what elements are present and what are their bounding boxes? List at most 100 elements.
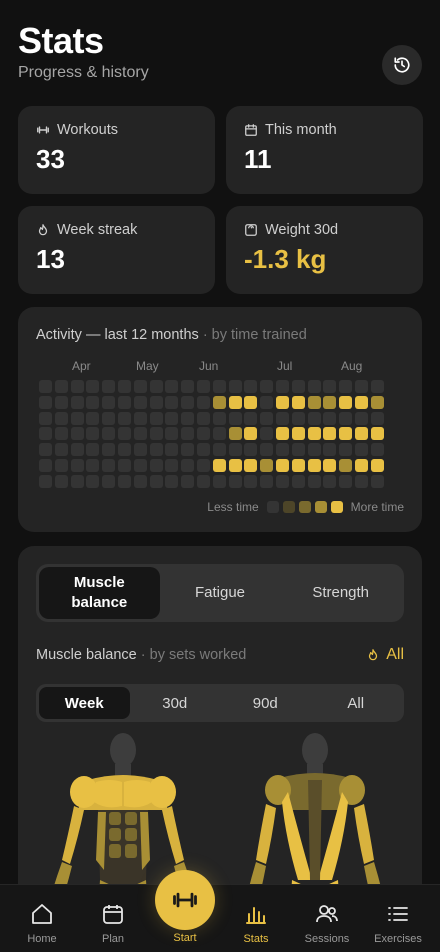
heatmap-cell xyxy=(260,474,274,488)
tab-strength[interactable]: Strength xyxy=(280,567,401,619)
tab-stats[interactable]: Stats xyxy=(224,885,288,952)
bar-chart-icon xyxy=(246,907,266,924)
heatmap-cell xyxy=(291,474,305,488)
heatmap-cell xyxy=(260,395,274,409)
heatmap-cell xyxy=(181,395,195,409)
filter-all-button[interactable]: All xyxy=(366,646,404,664)
start-workout-button[interactable] xyxy=(155,870,215,930)
heatmap-cell xyxy=(197,443,210,457)
tab-fatigue[interactable]: Fatigue xyxy=(160,567,281,619)
heatmap-cell xyxy=(133,427,147,441)
heatmap-legend: Less time More time xyxy=(207,500,404,514)
heatmap-cell xyxy=(197,474,210,488)
heatmap-cell xyxy=(86,411,100,425)
heatmap-cell xyxy=(276,395,289,409)
heatmap-cell xyxy=(70,411,84,425)
activity-heatmap xyxy=(18,307,422,532)
heatmap-cell xyxy=(70,443,84,457)
history-button[interactable] xyxy=(382,45,422,85)
heatmap-cell xyxy=(260,411,274,425)
heatmap-cell xyxy=(39,459,52,472)
heatmap-cell xyxy=(118,427,131,441)
heatmap-cell xyxy=(133,459,147,472)
stat-card-weight[interactable]: Weight 30d -1.3 kg xyxy=(226,206,423,294)
heatmap-cell xyxy=(102,380,116,393)
heatmap-cell xyxy=(355,380,368,393)
heatmap-cell xyxy=(212,474,226,488)
tab-exercises[interactable]: Exercises xyxy=(366,885,430,952)
heatmap-cell xyxy=(70,474,84,488)
dumbbell-icon xyxy=(37,126,49,134)
heatmap-cell xyxy=(102,395,116,409)
range-90d[interactable]: 90d xyxy=(220,687,311,719)
heatmap-cell xyxy=(323,474,337,488)
heatmap-cell xyxy=(118,443,131,457)
stat-card-this-month[interactable]: This month 11 xyxy=(226,106,423,194)
heatmap-cell xyxy=(102,427,116,441)
heatmap-cell xyxy=(260,443,274,457)
range-30d[interactable]: 30d xyxy=(130,687,221,719)
heatmap-cell xyxy=(54,443,68,457)
heatmap-cell xyxy=(370,380,384,393)
header: Stats Progress & history xyxy=(18,20,149,82)
range-all[interactable]: All xyxy=(311,687,402,719)
heatmap-cell xyxy=(149,411,163,425)
heatmap-cell xyxy=(276,443,289,457)
stat-card-week-streak[interactable]: Week streak 13 xyxy=(18,206,215,294)
heatmap-cell xyxy=(86,474,100,488)
heatmap-cell xyxy=(276,380,289,393)
stat-value: 11 xyxy=(244,144,272,174)
tab-sessions[interactable]: Sessions xyxy=(295,885,359,952)
heatmap-cell xyxy=(149,395,163,409)
heatmap-cell xyxy=(118,411,131,425)
heatmap-cell xyxy=(323,395,337,409)
heatmap-cell xyxy=(355,443,368,457)
heatmap-cell xyxy=(181,427,195,441)
heatmap-cell xyxy=(165,427,179,441)
heatmap-cell xyxy=(307,443,321,457)
legend-swatch xyxy=(314,501,327,513)
heatmap-cell xyxy=(102,443,116,457)
heatmap-cell xyxy=(339,474,353,488)
heatmap-cell xyxy=(54,411,68,425)
heatmap-cell xyxy=(212,443,226,457)
heatmap-cell xyxy=(212,459,226,472)
stat-card-workouts[interactable]: Workouts 33 xyxy=(18,106,215,194)
heatmap-cell xyxy=(70,395,84,409)
range-week[interactable]: Week xyxy=(39,687,130,719)
heatmap-cell xyxy=(181,411,195,425)
legend-more: More time xyxy=(350,500,404,514)
users-icon xyxy=(316,905,338,923)
heatmap-cell xyxy=(339,459,353,472)
heatmap-cell xyxy=(102,411,116,425)
tab-muscle-balance[interactable]: Muscle balance xyxy=(39,567,160,619)
heatmap-cell xyxy=(276,427,289,441)
heatmap-cell xyxy=(118,380,131,393)
tab-plan[interactable]: Plan xyxy=(81,885,145,952)
heatmap-cell xyxy=(118,395,131,409)
heatmap-cell xyxy=(244,427,258,441)
muscle-balance-title: Muscle balance xyxy=(36,647,137,663)
heatmap-cell xyxy=(307,459,321,472)
heatmap-cell xyxy=(133,380,147,393)
heatmap-cell xyxy=(165,443,179,457)
heatmap-cell xyxy=(102,459,116,472)
tab-home[interactable]: Home xyxy=(10,885,74,952)
heatmap-cell xyxy=(355,459,368,472)
heatmap-cell xyxy=(260,380,274,393)
heatmap-cell xyxy=(54,427,68,441)
heatmap-cell xyxy=(149,474,163,488)
heatmap-cell xyxy=(244,380,258,393)
heatmap-cell xyxy=(212,380,226,393)
heatmap-cell xyxy=(370,474,384,488)
bottom-tab-bar: Home Plan Stats Sessions Exercises xyxy=(0,884,440,952)
heatmap-cell xyxy=(339,411,353,425)
heatmap-cell xyxy=(228,427,242,441)
heatmap-cell xyxy=(323,459,337,472)
heatmap-cell xyxy=(339,427,353,441)
flame-icon xyxy=(369,649,378,661)
heatmap-cell xyxy=(276,459,289,472)
heatmap-cell xyxy=(165,474,179,488)
heatmap-cell xyxy=(54,395,68,409)
heatmap-cell xyxy=(181,380,195,393)
